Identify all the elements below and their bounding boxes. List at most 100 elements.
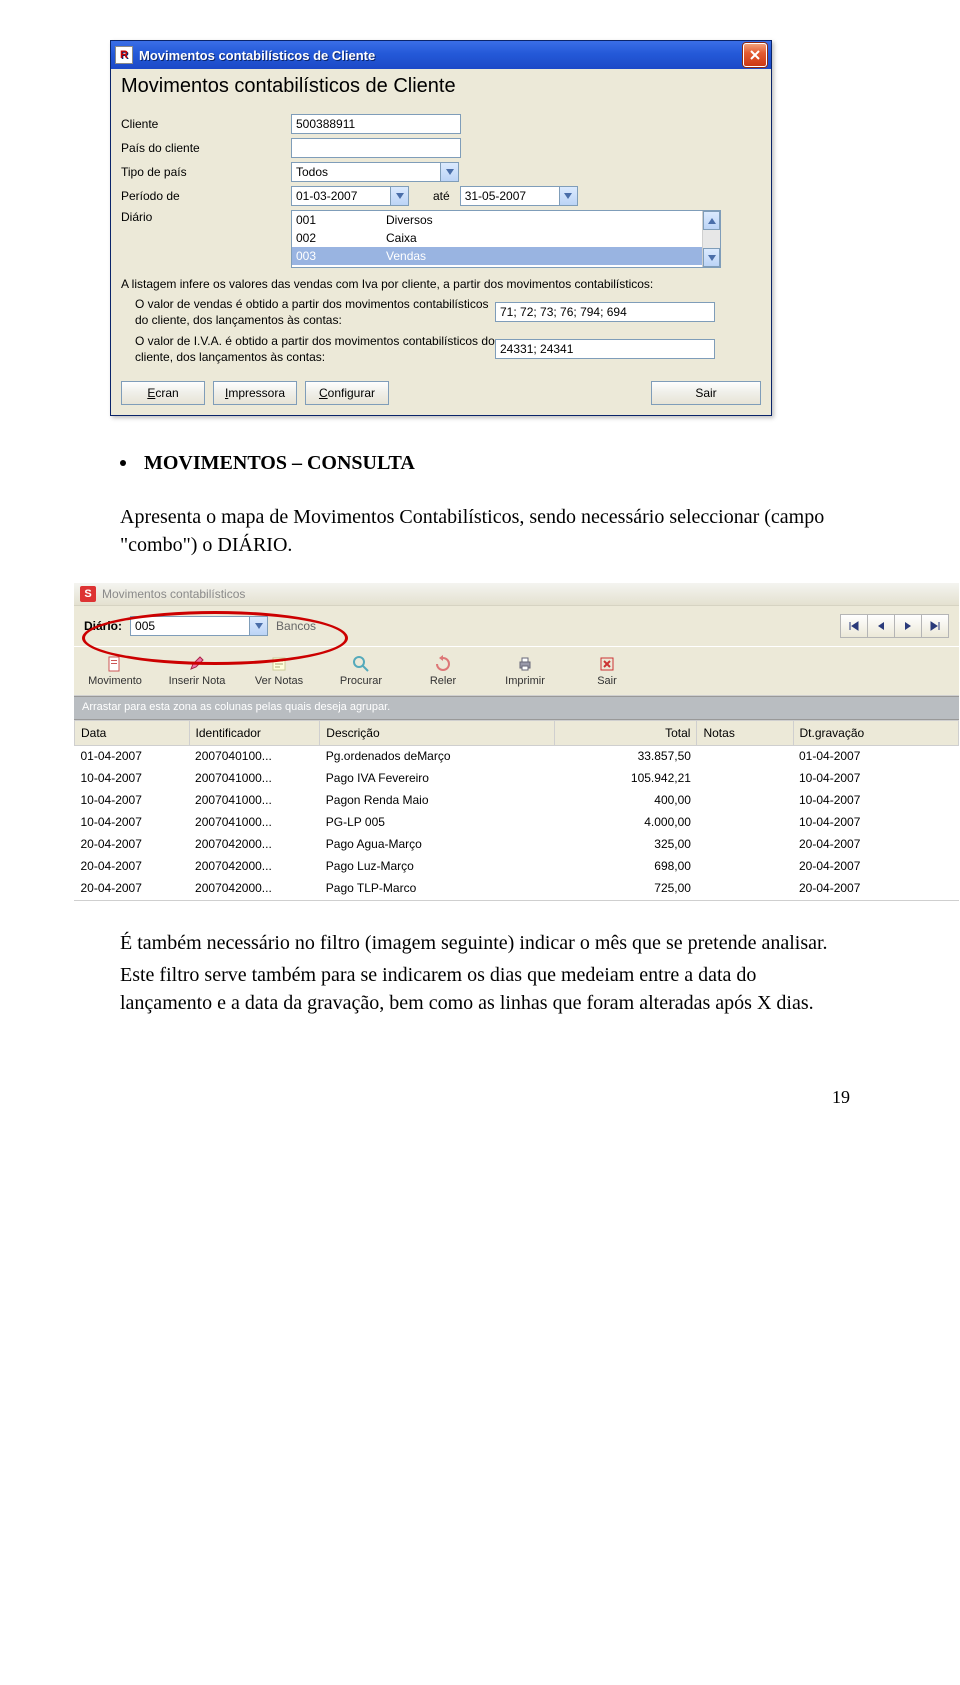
cell-total: 325,00 xyxy=(555,833,697,855)
col-data[interactable]: Data xyxy=(75,720,190,745)
cell-notas xyxy=(697,855,793,877)
table-row[interactable]: 10-04-20072007041000...PG-LP 0054.000,00… xyxy=(75,811,959,833)
col-identificador[interactable]: Identificador xyxy=(189,720,320,745)
table-row[interactable]: 10-04-20072007041000...Pagon Renda Maio4… xyxy=(75,789,959,811)
chevron-down-icon[interactable] xyxy=(703,248,720,267)
cell-data: 10-04-2007 xyxy=(75,767,190,789)
table-row[interactable]: 20-04-20072007042000...Pago Agua-Março32… xyxy=(75,833,959,855)
toolbar: Movimento Inserir Nota Ver Notas Procura… xyxy=(74,646,959,696)
tb-label: Movimento xyxy=(88,675,142,687)
chevron-down-icon[interactable] xyxy=(560,186,578,206)
cliente-input[interactable] xyxy=(291,114,461,134)
window2-titlebar[interactable]: S Movimentos contabilísticos xyxy=(74,583,959,606)
close-icon[interactable] xyxy=(743,43,767,67)
cell-id: 2007042000... xyxy=(189,877,320,899)
table-row[interactable]: 20-04-20072007042000...Pago TLP-Marco725… xyxy=(75,877,959,899)
chevron-down-icon[interactable] xyxy=(391,186,409,206)
paragraph: É também necessário no filtro (imagem se… xyxy=(120,929,840,957)
document-icon xyxy=(106,655,124,673)
page-number: 19 xyxy=(110,1087,850,1108)
contas-vendas-input[interactable] xyxy=(495,302,715,322)
tb-imprimir[interactable]: Imprimir xyxy=(484,647,566,695)
cell-dtgrav: 20-04-2007 xyxy=(793,877,959,899)
tb-movimento[interactable]: Movimento xyxy=(74,647,156,695)
tb-procurar[interactable]: Procurar xyxy=(320,647,402,695)
col-total[interactable]: Total xyxy=(555,720,697,745)
cell-notas xyxy=(697,789,793,811)
diario-filter-combo[interactable] xyxy=(130,616,268,636)
diario-filter-value[interactable] xyxy=(130,616,250,636)
cell-total: 4.000,00 xyxy=(555,811,697,833)
cell-notas xyxy=(697,811,793,833)
cell-notas xyxy=(697,877,793,899)
cell-dtgrav: 01-04-2007 xyxy=(793,745,959,767)
nav-first-button[interactable] xyxy=(840,614,868,638)
tipo-pais-value[interactable] xyxy=(291,162,441,182)
sair-button[interactable]: Sair xyxy=(651,381,761,405)
cell-dtgrav: 20-04-2007 xyxy=(793,855,959,877)
cell-data: 10-04-2007 xyxy=(75,811,190,833)
app-icon: R xyxy=(115,46,133,64)
cell-desc: PG-LP 005 xyxy=(320,811,555,833)
label-ate: até xyxy=(409,189,460,203)
grouping-bar[interactable]: Arrastar para esta zona as colunas pelas… xyxy=(74,696,959,720)
tb-reler[interactable]: Reler xyxy=(402,647,484,695)
periodo-ate-combo[interactable] xyxy=(460,186,578,206)
pais-cliente-input[interactable] xyxy=(291,138,461,158)
cell-id: 2007041000... xyxy=(189,811,320,833)
table-row[interactable]: 20-04-20072007042000...Pago Luz-Março698… xyxy=(75,855,959,877)
sub2-text: O valor de I.V.A. é obtido a partir dos … xyxy=(121,333,495,365)
tb-inserir-nota[interactable]: Inserir Nota xyxy=(156,647,238,695)
cell-data: 20-04-2007 xyxy=(75,855,190,877)
table-row[interactable]: 10-04-20072007041000...Pago IVA Fevereir… xyxy=(75,767,959,789)
col-notas[interactable]: Notas xyxy=(697,720,793,745)
dialog-titlebar[interactable]: R Movimentos contabilísticos de Cliente xyxy=(111,41,771,69)
cell-desc: Pago Luz-Março xyxy=(320,855,555,877)
chevron-down-icon[interactable] xyxy=(441,162,459,182)
periodo-ate-value[interactable] xyxy=(460,186,560,206)
label-tipo-pais: Tipo de país xyxy=(121,165,291,179)
label-diario: Diário xyxy=(121,210,291,224)
periodo-de-combo[interactable] xyxy=(291,186,409,206)
configurar-button[interactable]: Configurar xyxy=(305,381,389,405)
scrollbar[interactable] xyxy=(702,211,720,267)
tb-sair[interactable]: Sair xyxy=(566,647,648,695)
paragraph: Apresenta o mapa de Movimentos Contabilí… xyxy=(120,503,840,559)
window2-title: Movimentos contabilísticos xyxy=(102,587,245,601)
col-dtgravacao[interactable]: Dt.gravação xyxy=(793,720,959,745)
tipo-pais-combo[interactable] xyxy=(291,162,459,182)
diario-code: 003 xyxy=(296,249,386,263)
list-item[interactable]: 001 Diversos xyxy=(292,211,720,229)
cell-desc: Pg.ordenados deMarço xyxy=(320,745,555,767)
contas-iva-input[interactable] xyxy=(495,339,715,359)
periodo-de-value[interactable] xyxy=(291,186,391,206)
cell-total: 400,00 xyxy=(555,789,697,811)
list-item[interactable]: 002 Caixa xyxy=(292,229,720,247)
chevron-up-icon[interactable] xyxy=(703,211,720,230)
cell-notas xyxy=(697,833,793,855)
pencil-icon xyxy=(188,655,206,673)
diario-name: Caixa xyxy=(386,231,417,245)
impressora-button[interactable]: Impressora xyxy=(213,381,297,405)
nav-prev-button[interactable] xyxy=(868,614,895,638)
grid-movimentos[interactable]: Data Identificador Descrição Total Notas… xyxy=(74,720,959,900)
cell-data: 20-04-2007 xyxy=(75,877,190,899)
ecran-button[interactable]: Ecran xyxy=(121,381,205,405)
chevron-down-icon[interactable] xyxy=(250,616,268,636)
diario-listbox[interactable]: 001 Diversos 002 Caixa 003 Vendas xyxy=(291,210,721,268)
tb-ver-notas[interactable]: Ver Notas xyxy=(238,647,320,695)
dialog-heading: Movimentos contabilísticos de Cliente xyxy=(111,69,771,108)
refresh-icon xyxy=(434,655,452,673)
section-heading: MOVIMENTOS – CONSULTA xyxy=(120,450,840,477)
col-descricao[interactable]: Descrição xyxy=(320,720,555,745)
cell-notas xyxy=(697,745,793,767)
diario-code: 001 xyxy=(296,213,386,227)
cell-data: 10-04-2007 xyxy=(75,789,190,811)
table-row[interactable]: 01-04-20072007040100...Pg.ordenados deMa… xyxy=(75,745,959,767)
nav-next-button[interactable] xyxy=(895,614,922,638)
nav-last-button[interactable] xyxy=(922,614,949,638)
list-item[interactable]: 003 Vendas xyxy=(292,247,720,265)
info-line: A listagem infere os valores das vendas … xyxy=(121,276,761,292)
cell-total: 33.857,50 xyxy=(555,745,697,767)
tb-label: Reler xyxy=(430,675,456,687)
